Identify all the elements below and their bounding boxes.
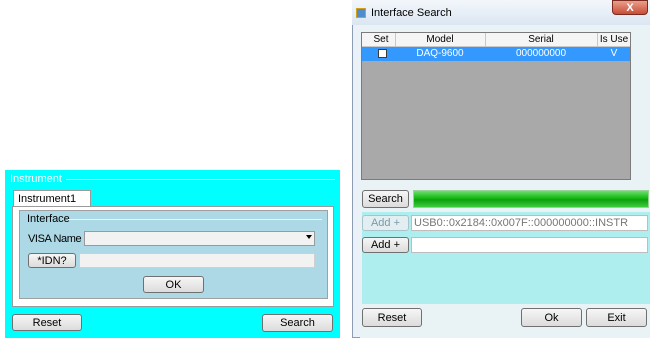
cell-model: DAQ-9600 [416, 48, 464, 59]
idn-query-button[interactable]: *IDN? [28, 253, 76, 268]
search-button[interactable]: Search [362, 190, 409, 208]
column-header-is-use[interactable]: Is Use [598, 34, 630, 46]
visa-address-field-2[interactable] [411, 237, 648, 253]
column-header-model[interactable]: Model [396, 34, 484, 46]
app-icon [356, 8, 366, 18]
idn-response-field[interactable] [79, 253, 315, 268]
cell-is-use: V [610, 48, 618, 59]
window-close-button[interactable]: X [612, 0, 648, 15]
interface-group-border [68, 219, 322, 220]
column-header-serial[interactable]: Serial [486, 34, 596, 46]
add-button-2[interactable]: Add + [362, 237, 409, 253]
instrument-group-border [66, 179, 335, 180]
instrument-group-title: Instrument [10, 173, 62, 185]
reset-button[interactable]: Reset [362, 308, 422, 327]
search-progress-bar [413, 190, 649, 208]
interface-group-title: Interface [27, 213, 70, 225]
visa-name-label: VISA Name [28, 233, 82, 245]
reset-button[interactable]: Reset [12, 314, 82, 331]
chevron-down-icon[interactable] [306, 235, 312, 239]
cell-serial: 000000000 [515, 48, 567, 59]
exit-button[interactable]: Exit [586, 308, 647, 327]
ok-button[interactable]: Ok [521, 308, 582, 327]
add-button-1[interactable]: Add + [362, 215, 409, 231]
search-button[interactable]: Search [262, 314, 333, 332]
window-title: Interface Search [371, 7, 452, 19]
ok-button[interactable]: OK [143, 276, 204, 293]
visa-address-field-1[interactable]: USB0::0x2184::0x007F::000000000::INSTR [411, 215, 648, 231]
visa-name-dropdown[interactable] [84, 231, 315, 246]
tab-instrument1[interactable]: Instrument1 [13, 190, 91, 206]
set-checkbox[interactable] [378, 49, 387, 58]
column-header-set[interactable]: Set [368, 34, 394, 46]
